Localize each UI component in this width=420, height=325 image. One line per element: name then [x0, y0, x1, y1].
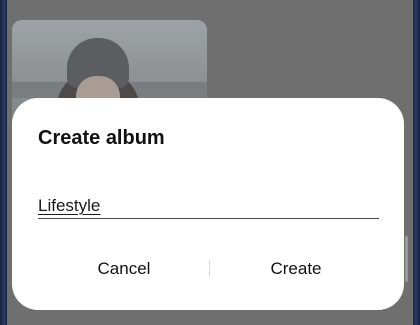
- create-album-dialog: Create album Cancel Create: [12, 98, 404, 310]
- album-name-input[interactable]: [38, 194, 379, 219]
- button-divider: [209, 260, 210, 277]
- scrollbar[interactable]: [405, 236, 408, 282]
- dialog-title: Create album: [38, 127, 165, 149]
- cancel-button[interactable]: Cancel: [52, 258, 196, 280]
- device-right-edge: [413, 0, 420, 325]
- create-button[interactable]: Create: [222, 258, 370, 280]
- device-left-edge: [0, 0, 7, 325]
- phone-frame: Create album Cancel Create: [0, 0, 420, 325]
